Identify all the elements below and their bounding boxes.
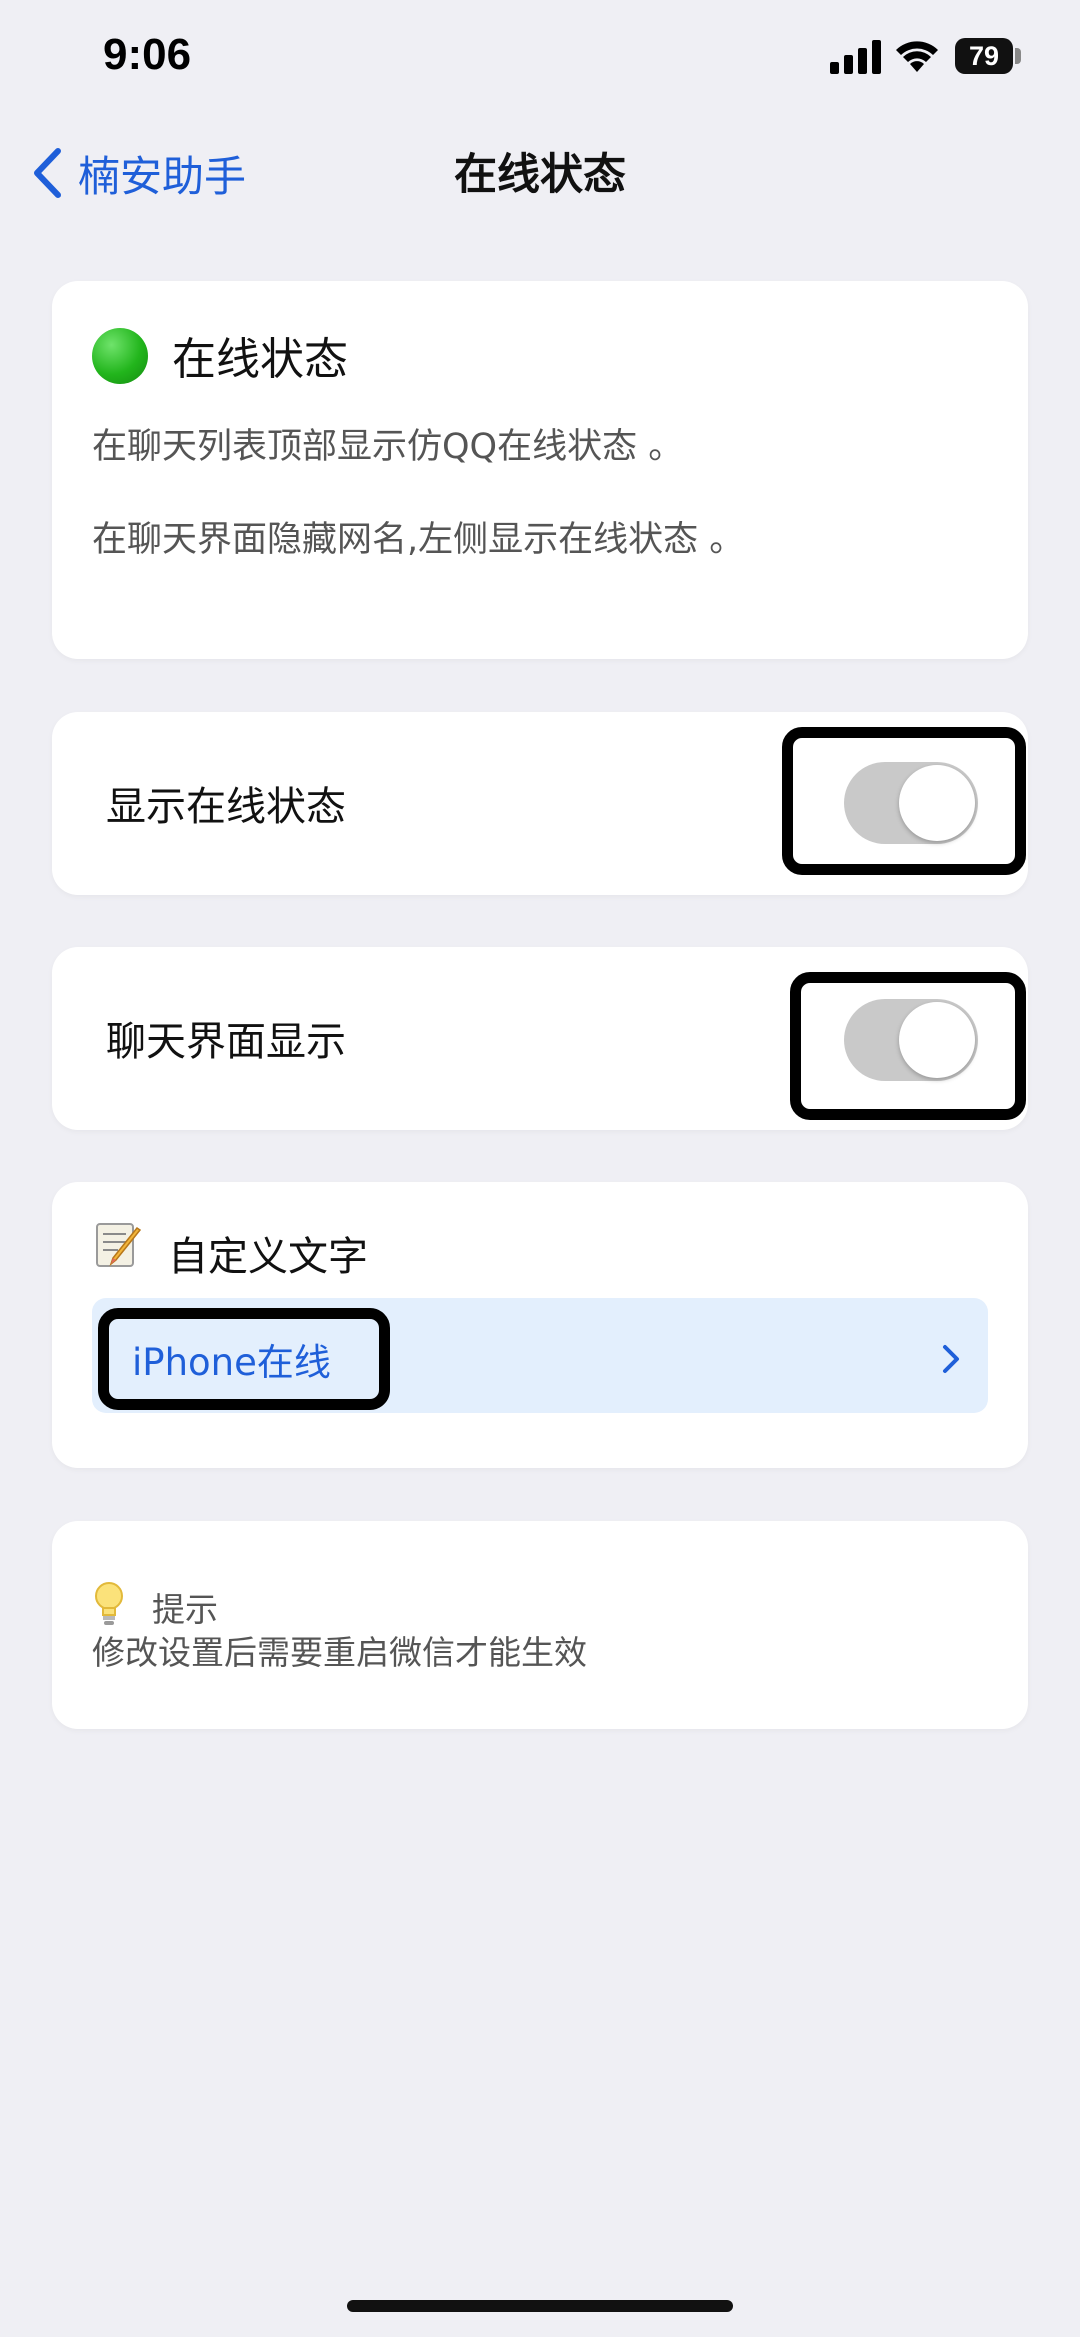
chevron-right-icon bbox=[943, 1345, 959, 1373]
cellular-signal-icon bbox=[830, 40, 882, 74]
toggle-knob bbox=[899, 1002, 975, 1078]
custom-text-card: 自定义文字 iPhone在线 bbox=[52, 1182, 1028, 1468]
battery-cap bbox=[1015, 48, 1021, 64]
intro-title: 在线状态 bbox=[172, 334, 348, 385]
chat-screen-display-row: 聊天界面显示 bbox=[52, 947, 1028, 1130]
home-indicator[interactable] bbox=[347, 2300, 733, 2312]
chat-screen-display-toggle[interactable] bbox=[844, 999, 978, 1081]
lightbulb-icon bbox=[95, 1582, 123, 1625]
page-title: 在线状态 bbox=[454, 150, 626, 200]
intro-card: 在线状态 在聊天列表顶部显示仿QQ在线状态 。 在聊天界面隐藏网名,左侧显示在线… bbox=[52, 281, 1028, 659]
wifi-icon bbox=[896, 41, 938, 72]
tip-card: 提示 修改设置后需要重启微信才能生效 bbox=[52, 1521, 1028, 1729]
tip-title: 提示 bbox=[152, 1590, 218, 1629]
chat-screen-display-label: 聊天界面显示 bbox=[106, 1019, 346, 1065]
show-online-status-toggle[interactable] bbox=[844, 762, 978, 844]
highlight-frame bbox=[98, 1308, 390, 1410]
memo-icon bbox=[96, 1223, 142, 1267]
battery-icon: 79 bbox=[955, 38, 1013, 74]
status-time: 9:06 bbox=[103, 30, 192, 79]
show-online-status-label: 显示在线状态 bbox=[106, 784, 346, 830]
intro-description-1: 在聊天列表顶部显示仿QQ在线状态 。 bbox=[92, 427, 684, 467]
tip-body: 修改设置后需要重启微信才能生效 bbox=[92, 1633, 587, 1672]
custom-text-title: 自定义文字 bbox=[168, 1234, 368, 1280]
intro-description-2: 在聊天界面隐藏网名,左侧显示在线状态 。 bbox=[92, 520, 745, 560]
show-online-status-row: 显示在线状态 bbox=[52, 712, 1028, 895]
online-status-dot-icon bbox=[92, 328, 148, 384]
toggle-knob bbox=[899, 765, 975, 841]
